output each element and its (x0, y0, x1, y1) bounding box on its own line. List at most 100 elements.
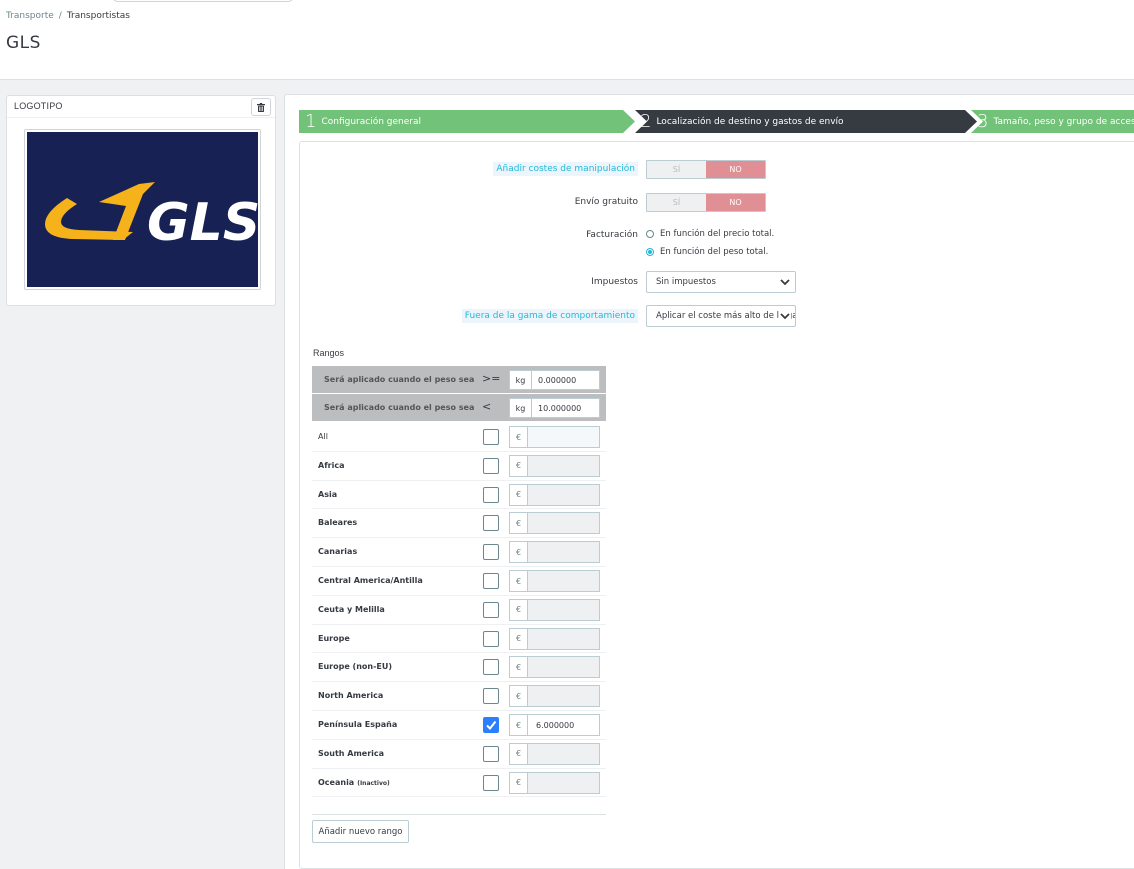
currency-symbol: € (510, 657, 528, 678)
add-range-button[interactable]: Añadir nuevo rango (312, 820, 409, 843)
billing-option-price-label: En función del precio total. (660, 229, 775, 239)
zone-name-text: All (318, 432, 328, 441)
range-to-unit: kg (510, 399, 532, 417)
currency-symbol: € (510, 772, 528, 793)
zone-price-input[interactable]: € (509, 512, 600, 535)
range-to-input[interactable]: kg 10.000000 (509, 398, 600, 418)
currency-symbol: € (510, 715, 528, 735)
zone-name: North America (318, 691, 383, 700)
zone-name-text: South America (318, 748, 385, 758)
zone-price-input[interactable]: € (509, 771, 600, 794)
currency-symbol: € (510, 542, 528, 563)
zone-checkbox[interactable] (483, 745, 499, 762)
step-number: 1 (305, 111, 317, 132)
zone-price-value[interactable]: 6.000000 (528, 715, 599, 735)
free-shipping-yes-option[interactable]: SÍ (647, 194, 706, 211)
free-shipping-no-option[interactable]: NO (706, 194, 765, 211)
range-from-row: Será aplicado cuando el peso sea >= kg 0… (312, 366, 606, 393)
zone-price-value[interactable] (528, 628, 599, 649)
range-from-operator: >= (482, 372, 501, 385)
step-shipping-locations[interactable]: 2 Localización de destino y gastos de en… (635, 110, 977, 133)
range-to-operator: < (482, 400, 492, 413)
zone-name: Península España (318, 720, 397, 729)
billing-option-price[interactable]: En función del precio total. (646, 229, 774, 239)
zone-price-value[interactable] (528, 484, 599, 505)
zone-checkbox[interactable] (483, 601, 499, 618)
out-of-range-select[interactable]: Aplicar el coste más alto de la gama def… (646, 305, 796, 327)
currency-symbol: € (510, 484, 528, 505)
zone-checkbox[interactable] (483, 659, 499, 676)
zone-price-input[interactable]: € (509, 627, 600, 650)
currency-symbol: € (510, 427, 528, 447)
taxes-select[interactable]: Sin impuestos (646, 271, 796, 293)
zone-checkbox[interactable] (483, 515, 499, 532)
zone-price-input[interactable]: € (509, 426, 600, 448)
zone-name: Oceania (Inactivo) (318, 778, 390, 787)
handling-costs-switch[interactable]: SÍ NO (646, 160, 766, 179)
zone-price-input[interactable]: €6.000000 (509, 714, 600, 736)
zone-price-input[interactable]: € (509, 570, 600, 592)
zone-price-value[interactable] (528, 657, 599, 678)
zone-checkbox[interactable] (483, 774, 499, 791)
shipping-form: Añadir costes de manipulación SÍ NO Enví… (299, 141, 1134, 869)
zone-checkbox[interactable] (483, 630, 499, 647)
handling-no-option[interactable]: NO (706, 161, 765, 178)
zone-price-input[interactable]: € (509, 483, 600, 506)
zone-checkbox[interactable] (483, 544, 499, 561)
zone-name-text: Asia (318, 489, 338, 499)
zone-name: Central America/Antilla (318, 576, 423, 585)
zone-checkbox[interactable] (483, 486, 499, 503)
zone-price-value[interactable] (528, 455, 599, 476)
zone-inactive-tag: (Inactivo) (357, 779, 390, 787)
breadcrumb-parent[interactable]: Transporte (6, 11, 54, 21)
zone-checkbox[interactable] (483, 573, 499, 589)
zone-price-input[interactable]: € (509, 656, 600, 679)
zone-price-input[interactable]: € (509, 685, 600, 708)
zone-price-value[interactable] (528, 599, 599, 620)
radio-button-selected[interactable] (646, 248, 654, 256)
breadcrumb-current[interactable]: Transportistas (67, 11, 130, 21)
delete-logo-button[interactable] (251, 98, 271, 116)
logo-panel-header: LOGOTIPO (7, 96, 275, 118)
step-general-config[interactable]: 1 Configuración general (299, 110, 635, 133)
zone-checkbox[interactable] (483, 688, 499, 705)
zone-price-input[interactable]: € (509, 598, 600, 621)
range-from-value[interactable]: 0.000000 (532, 371, 599, 389)
zone-checkbox[interactable] (483, 717, 499, 733)
zone-price-value[interactable] (528, 542, 599, 563)
handling-costs-label[interactable]: Añadir costes de manipulación (493, 162, 638, 176)
billing-option-weight[interactable]: En función del peso total. (646, 247, 768, 257)
step-label: Configuración general (321, 116, 421, 127)
header-search-pill[interactable] (112, 0, 294, 2)
zone-name: Africa (318, 461, 345, 470)
zone-price-value[interactable] (528, 427, 599, 447)
radio-button[interactable] (646, 230, 654, 238)
zone-row: North America € (312, 682, 606, 711)
logo-frame[interactable]: GLS (24, 129, 261, 290)
zone-price-value[interactable] (528, 743, 599, 764)
handling-yes-option[interactable]: SÍ (647, 161, 706, 178)
currency-symbol: € (510, 599, 528, 620)
zone-price-value[interactable] (528, 571, 599, 591)
zone-checkbox[interactable] (483, 429, 499, 445)
out-of-range-label[interactable]: Fuera de la gama de comportamiento (461, 309, 638, 323)
zone-price-value[interactable] (528, 513, 599, 534)
range-to-value[interactable]: 10.000000 (532, 399, 599, 417)
currency-symbol: € (510, 455, 528, 476)
zone-price-input[interactable]: € (509, 454, 600, 477)
free-shipping-switch[interactable]: SÍ NO (646, 193, 766, 212)
zone-name-text: Canarias (318, 547, 358, 557)
breadcrumb: Transporte / Transportistas (6, 11, 130, 21)
zone-price-value[interactable] (528, 772, 599, 793)
step-size-weight-access[interactable]: 3 Tamaño, peso y grupo de acceso (971, 110, 1134, 133)
zone-checkbox[interactable] (483, 457, 499, 474)
zone-price-value[interactable] (528, 686, 599, 707)
divider (312, 814, 606, 815)
zone-price-input[interactable]: € (509, 541, 600, 564)
zone-name: Europe (non-EU) (318, 662, 392, 671)
zone-row: South America € (312, 740, 606, 769)
range-from-input[interactable]: kg 0.000000 (509, 370, 600, 390)
chevron-down-icon (779, 276, 791, 288)
zone-price-input[interactable]: € (509, 742, 600, 765)
zone-name: All (318, 432, 328, 441)
